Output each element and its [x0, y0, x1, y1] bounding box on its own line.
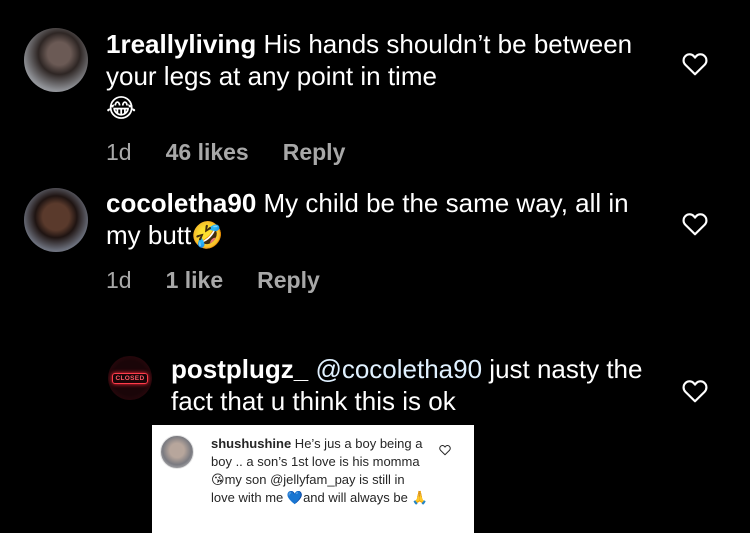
pray-emoji: 🙏 — [411, 490, 428, 505]
heart-outline-icon — [439, 445, 451, 456]
comment-text: and will always be — [303, 490, 412, 505]
likes-count[interactable]: 1 like — [166, 267, 224, 294]
avatar[interactable] — [24, 188, 88, 252]
embedded-comment-screenshot: shushushine He’s jus a boy being a boy .… — [152, 425, 474, 533]
comment-time: 1d — [106, 139, 132, 165]
heart-outline-icon[interactable] — [682, 379, 708, 403]
avatar[interactable] — [24, 28, 88, 92]
closed-sign-logo: CLOSED — [111, 372, 149, 384]
laughing-emoji: 😂 — [106, 94, 137, 124]
likes-count[interactable]: 46 likes — [166, 139, 249, 166]
comment-body: cocoletha90 My child be the same way, al… — [106, 187, 646, 252]
blue-heart-emoji: 💙 — [286, 490, 304, 505]
comment-username: shushushine — [211, 436, 292, 451]
comment-username[interactable]: postplugz_ — [171, 354, 308, 384]
comment-meta: 1d 46 likes Reply — [106, 139, 345, 166]
comment-text: my son — [224, 472, 271, 487]
avatar[interactable]: CLOSED — [108, 356, 152, 400]
mention-link: @jellyfam_pay — [270, 472, 356, 487]
comment-username[interactable]: 1reallyliving — [106, 29, 256, 59]
reply-button[interactable]: Reply — [283, 139, 346, 166]
comment-body: postplugz_ @cocoletha90 just nasty the f… — [171, 353, 651, 417]
comment-time: 1d — [106, 267, 132, 293]
comment-body: 1reallyliving His hands shouldn’t be bet… — [106, 28, 646, 125]
kiss-emoji: 😘 — [211, 472, 225, 487]
embedded-comment-body: shushushine He’s jus a boy being a boy .… — [211, 435, 431, 507]
rofl-emoji: 🤣 — [191, 221, 224, 251]
heart-outline-icon[interactable] — [682, 52, 708, 76]
heart-outline-icon[interactable] — [682, 212, 708, 236]
reply-button[interactable]: Reply — [257, 267, 320, 294]
comment-username[interactable]: cocoletha90 — [106, 188, 256, 218]
comment-meta: 1d 1 like Reply — [106, 267, 320, 294]
mention-link[interactable]: @cocoletha90 — [308, 354, 482, 384]
avatar — [160, 435, 194, 469]
